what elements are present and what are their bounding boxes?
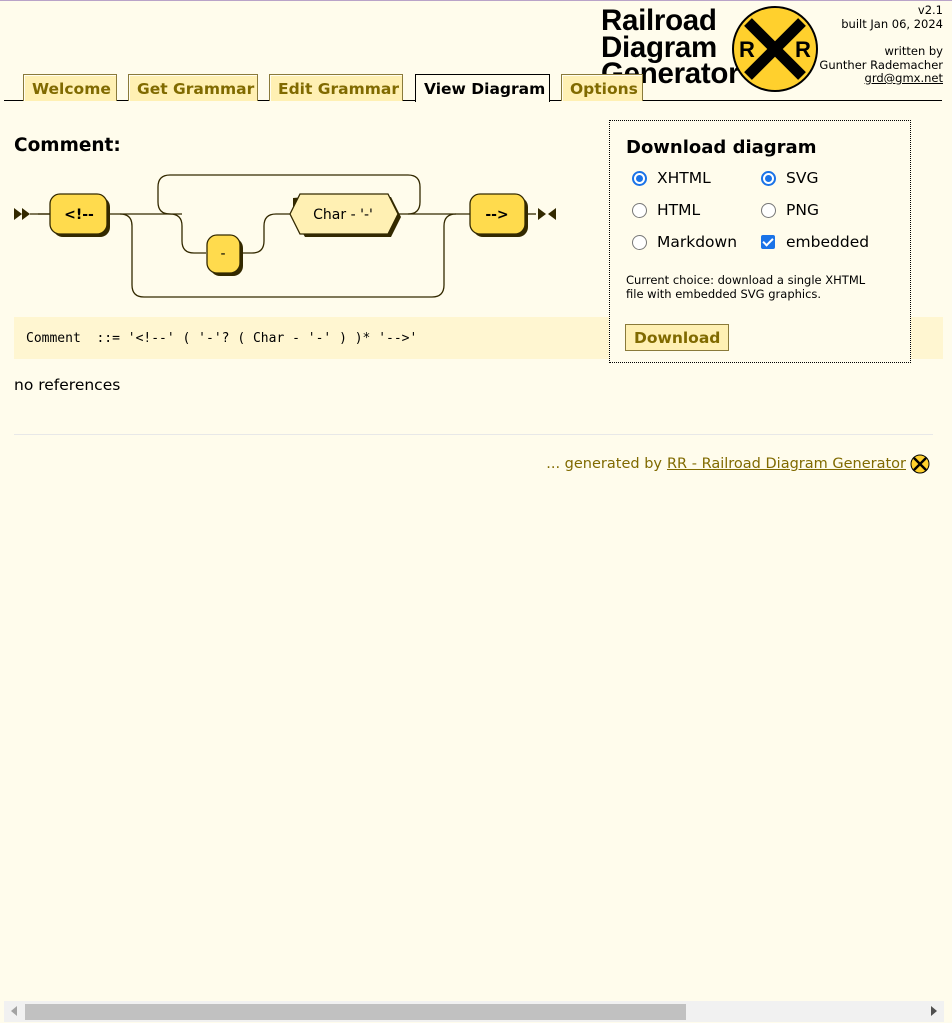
xhtml-label: XHTML <box>657 169 711 187</box>
written-by-label: written by <box>884 44 943 58</box>
rr-small-logo-icon[interactable] <box>910 454 930 474</box>
xhtml-radio[interactable] <box>632 170 647 186</box>
option-embedded[interactable]: embedded <box>761 233 869 251</box>
version-info: v2.1 built Jan 06, 2024 written by Gunth… <box>813 3 943 86</box>
build-date: built Jan 06, 2024 <box>841 16 943 31</box>
option-html[interactable]: HTML <box>632 201 700 219</box>
tab-edit-grammar[interactable]: Edit Grammar <box>269 74 403 101</box>
terminal-close-comment-label: --> <box>485 207 508 223</box>
markdown-radio[interactable] <box>632 234 647 250</box>
tab-get-grammar[interactable]: Get Grammar <box>128 74 258 101</box>
horizontal-scrollbar[interactable] <box>4 1001 944 1022</box>
scrollbar-thumb[interactable] <box>25 1004 686 1020</box>
nonterminal-char-label: Char - '-' <box>313 207 373 223</box>
tab-options[interactable]: Options <box>561 74 643 101</box>
logo-badge-left: R <box>739 37 755 62</box>
scroll-left-arrow-icon[interactable] <box>11 1006 17 1016</box>
production-title: Comment: <box>14 135 121 156</box>
markdown-label: Markdown <box>657 233 738 251</box>
terminal-open-comment-label: <!-- <box>64 207 94 223</box>
embedded-label: embedded <box>786 233 870 251</box>
tab-welcome[interactable]: Welcome <box>23 74 117 101</box>
svg-radio[interactable] <box>761 170 776 186</box>
railroad-crossing-logo-icon: R R <box>732 6 818 92</box>
references-text: no references <box>14 376 121 394</box>
tab-view-diagram[interactable]: View Diagram <box>415 74 550 102</box>
option-markdown[interactable]: Markdown <box>632 233 737 251</box>
embedded-checkbox[interactable] <box>761 235 775 249</box>
download-button[interactable]: Download <box>625 324 730 351</box>
railroad-diagram: <!-- - Char - '-' ' terminal --> --> <box>14 174 556 298</box>
terminal-dash: - <box>206 234 243 276</box>
footer: ... generated by RR - Railroad Diagram G… <box>546 454 930 474</box>
png-radio[interactable] <box>761 202 776 218</box>
footer-prefix: ... generated by <box>546 456 662 472</box>
footer-rr-link[interactable]: RR - Railroad Diagram Generator <box>667 456 906 472</box>
terminal-close-comment: --> <box>469 193 528 237</box>
author-email-link[interactable]: grd@gmx.net <box>865 71 943 85</box>
option-png[interactable]: PNG <box>761 201 819 219</box>
diagram-end-marker-icon <box>538 208 556 220</box>
logo-badge-right: R <box>795 37 811 62</box>
html-radio[interactable] <box>632 202 647 218</box>
author-name: Gunther Rademacher <box>819 57 943 72</box>
option-xhtml[interactable]: XHTML <box>632 169 711 187</box>
option-svg[interactable]: SVG <box>761 169 818 187</box>
nonterminal-char-minus-dash: Char - '-' <box>289 193 401 237</box>
diagram-start-marker-icon <box>14 208 30 220</box>
download-choice-description: Current choice: download a single XHTML … <box>626 273 866 301</box>
html-label: HTML <box>657 201 701 219</box>
section-divider <box>14 434 933 435</box>
png-label: PNG <box>786 201 819 219</box>
download-panel: Download diagram XHTML HTML Markdown SVG… <box>609 120 911 363</box>
download-panel-title: Download diagram <box>626 137 817 158</box>
terminal-open-comment: <!-- <box>49 193 110 237</box>
version-number: v2.1 <box>917 3 943 17</box>
scroll-right-arrow-icon[interactable] <box>931 1006 937 1016</box>
svg-label: SVG <box>786 169 819 187</box>
terminal-dash-label: - <box>220 246 225 262</box>
